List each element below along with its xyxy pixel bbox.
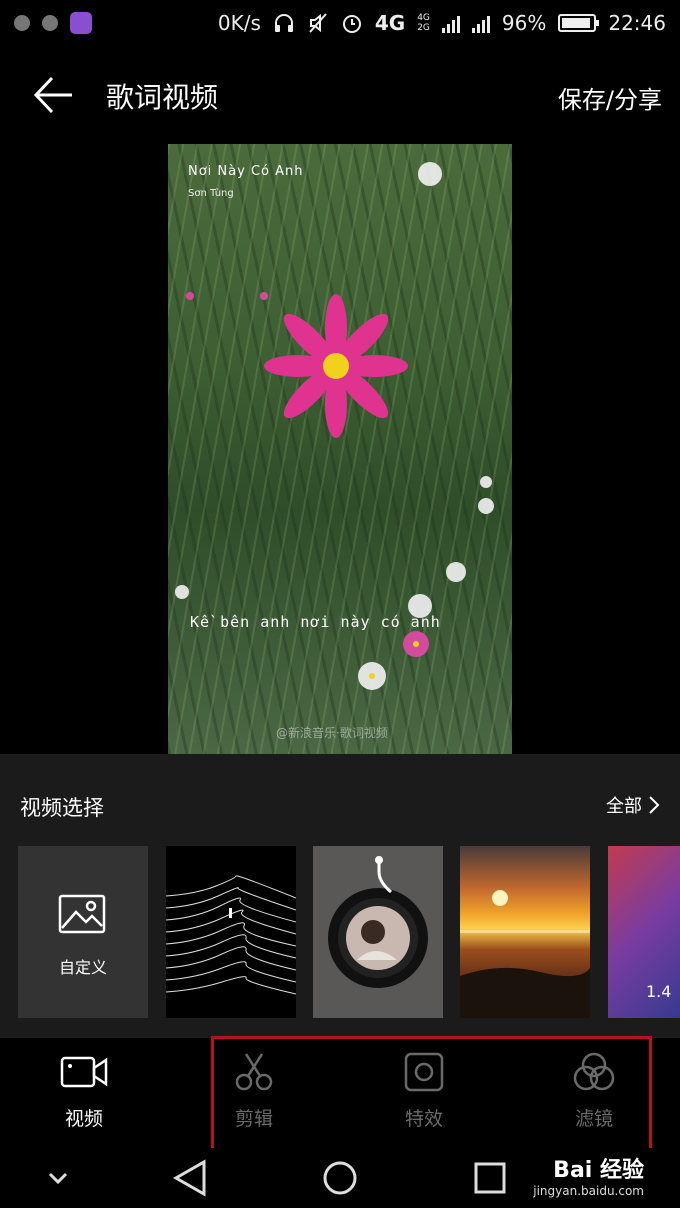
video-camera-icon <box>60 1056 108 1088</box>
video-select-title: 视频选择 <box>20 796 104 820</box>
vinyl-record-image <box>328 856 428 988</box>
custom-label: 自定义 <box>58 958 107 977</box>
status-bar: 0K/s 4G 4G 2G 96% 22:46 <box>0 0 680 46</box>
sim2-type-small: 2G <box>417 23 430 33</box>
headphones-icon <box>274 14 293 32</box>
gradient-thumb-label: 1.4 <box>646 982 672 1001</box>
home-circle-icon[interactable] <box>320 1158 360 1198</box>
header: 歌词视频 保存/分享 <box>0 62 680 128</box>
image-icon <box>58 894 106 934</box>
video-song-title: Nơi Này Có Anh <box>188 164 304 179</box>
battery-percent: 96% <box>501 11 547 35</box>
network-speed: 0K/s <box>217 11 261 35</box>
sunset-image <box>460 890 590 1018</box>
clock: 22:46 <box>608 11 666 35</box>
tab-video[interactable]: 视频 <box>24 1052 144 1131</box>
video-thumbnail-list: 自定义 1.4 <box>18 846 680 1018</box>
recents-square-icon[interactable] <box>470 1158 510 1198</box>
baidu-brand: Bai 经验 <box>553 1158 644 1183</box>
status-left <box>14 12 92 34</box>
shield-notification-icon <box>42 15 58 31</box>
signal-strength-2-icon <box>471 13 490 33</box>
alarm-icon <box>342 15 361 33</box>
view-all-label: 全部 <box>606 796 642 817</box>
video-lyric: Kề bên anh nơi này có anh <box>190 613 441 631</box>
tab-video-label: 视频 <box>64 1108 103 1130</box>
waves-image <box>166 875 296 995</box>
highlight-annotation-box <box>211 1036 652 1154</box>
sunset-video-thumb[interactable] <box>460 846 590 1018</box>
app-notification-icon <box>14 15 30 31</box>
sim1-type: 4G <box>417 13 430 23</box>
custom-video-thumb[interactable]: 自定义 <box>18 846 148 1018</box>
mute-icon <box>309 13 327 33</box>
flower-image <box>175 162 494 690</box>
baidu-watermark: Bai 经验 jingyan.baidu.com <box>533 1152 644 1198</box>
sim1-type-stack: 4G 2G <box>417 13 430 33</box>
back-arrow-icon[interactable] <box>28 72 78 118</box>
system-nav-bar: Bai 经验 jingyan.baidu.com <box>0 1148 680 1208</box>
video-select-panel: 视频选择 全部 自定义 1.4 <box>0 754 680 1038</box>
network-type: 4G <box>374 11 406 35</box>
gallery-notification-icon <box>70 12 92 34</box>
page-title: 歌词视频 <box>106 81 219 114</box>
video-artist: Sơn Tùng <box>188 188 234 199</box>
video-watermark: @新浪音乐·歌词视频 <box>276 726 388 740</box>
back-triangle-icon[interactable] <box>170 1158 210 1198</box>
status-right: 0K/s 4G 4G 2G 96% 22:46 <box>218 11 666 35</box>
video-preview[interactable]: Nơi Này Có Anh Sơn Tùng Kề bên anh nơi n… <box>168 144 512 754</box>
chevron-right-icon <box>649 796 660 814</box>
vinyl-video-thumb[interactable] <box>313 846 443 1018</box>
signal-strength-icon <box>441 13 460 33</box>
view-all-link[interactable]: 全部 <box>606 792 660 818</box>
gradient-video-thumb[interactable]: 1.4 <box>608 846 680 1018</box>
save-share-button[interactable]: 保存/分享 <box>558 80 662 115</box>
collapse-chevron-icon[interactable] <box>38 1158 78 1198</box>
baidu-url: jingyan.baidu.com <box>533 1184 644 1198</box>
waves-video-thumb[interactable] <box>166 846 296 1018</box>
battery-icon <box>558 14 600 32</box>
